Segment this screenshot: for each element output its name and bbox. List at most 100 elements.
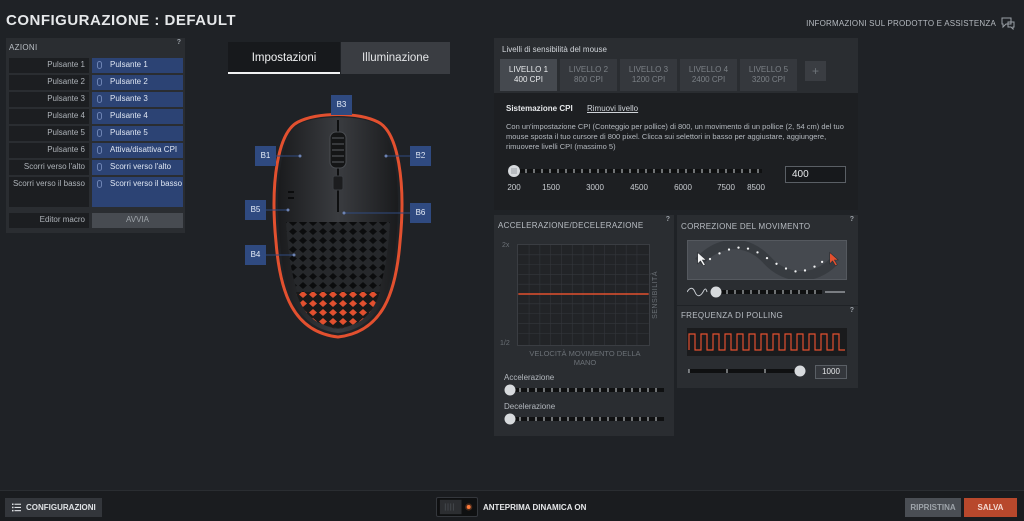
action-label: Scorri verso l'alto <box>9 160 89 175</box>
acceleration-label: Accelerazione <box>504 373 555 382</box>
action-value: Attiva/disattiva CPI <box>110 145 178 154</box>
macro-label: Editor macro <box>9 213 89 228</box>
action-label: Pulsante 5 <box>9 126 89 141</box>
action-label: Pulsante 4 <box>9 109 89 124</box>
cpi-level-tab-5[interactable]: LIVELLO 5 3200 CPI <box>740 59 797 91</box>
button-badge-b1[interactable]: B1 <box>255 146 276 166</box>
mouse-icon <box>97 146 102 154</box>
correction-title: CORREZIONE DEL MOVIMENTO <box>681 222 811 231</box>
cpi-tick: 8500 <box>747 183 765 192</box>
correction-slider-handle[interactable] <box>710 286 722 298</box>
cpi-level-tab-1[interactable]: LIVELLO 1 400 CPI <box>500 59 557 91</box>
correction-help-icon[interactable]: ? <box>850 216 854 223</box>
mouse-icon <box>97 61 102 69</box>
cpi-slider-handle[interactable] <box>508 165 520 177</box>
mouse-icon <box>97 163 102 171</box>
cpi-ticks: 200 1500 3000 4500 6000 7500 8500 <box>507 183 765 193</box>
level-name: LIVELLO 4 <box>688 65 729 74</box>
acceleration-help-icon[interactable]: ? <box>666 216 670 223</box>
actions-panel: AZIONI ? Pulsante 1 Pulsante 1 Pulsante … <box>6 38 185 233</box>
action-row: Pulsante 6 Attiva/disattiva CPI <box>9 143 183 158</box>
cpi-tick: 3000 <box>586 183 604 192</box>
action-label: Scorri verso il basso <box>9 177 89 207</box>
level-cpi: 400 CPI <box>514 75 543 84</box>
page-title: CONFIGURAZIONE : DEFAULT <box>6 12 237 29</box>
action-label: Pulsante 1 <box>9 58 89 73</box>
cpi-level-tab-3[interactable]: LIVELLO 3 1200 CPI <box>620 59 677 91</box>
button-badge-b5[interactable]: B5 <box>245 200 266 220</box>
product-info-link[interactable]: INFORMAZIONI SUL PRODOTTO E ASSISTENZA <box>806 19 996 28</box>
action-row: Pulsante 5 Pulsante 5 <box>9 126 183 141</box>
wave-icon <box>687 287 708 297</box>
macro-start-button[interactable]: AVVIA <box>92 213 183 228</box>
action-button[interactable]: Pulsante 2 <box>92 75 183 90</box>
dynamic-preview-toggle[interactable] <box>436 497 478 517</box>
macro-row: Editor macro AVVIA <box>9 213 183 228</box>
button-badge-b4[interactable]: B4 <box>245 245 266 265</box>
add-level-button[interactable]: + <box>805 61 826 81</box>
cpi-level-tab-2[interactable]: LIVELLO 2 800 CPI <box>560 59 617 91</box>
action-button[interactable]: Attiva/disattiva CPI <box>92 143 183 158</box>
button-badge-b6[interactable]: B6 <box>410 203 431 223</box>
configurations-button[interactable]: CONFIGURAZIONI <box>5 498 102 517</box>
action-value: Pulsante 4 <box>110 111 148 120</box>
cpi-slider[interactable] <box>506 163 766 183</box>
sensitivity-axis-label: SENSIBILITÀ <box>652 271 659 319</box>
action-value: Scorri verso il basso <box>110 179 183 188</box>
button-badge-b2[interactable]: B2 <box>410 146 431 166</box>
action-button[interactable]: Pulsante 1 <box>92 58 183 73</box>
polling-slider[interactable] <box>687 364 809 378</box>
mouse-icon <box>97 180 102 188</box>
action-row: Scorri verso l'alto Scorri verso l'alto <box>9 160 183 175</box>
polling-help-icon[interactable]: ? <box>850 307 854 314</box>
correction-preview <box>687 240 847 280</box>
cpi-title: Livelli di sensibilità del mouse <box>502 45 607 54</box>
polling-rate-panel: FREQUENZA DI POLLING ? 1000 <box>677 306 858 388</box>
action-button[interactable]: Scorri verso il basso <box>92 177 183 207</box>
acceleration-slider[interactable] <box>504 383 666 397</box>
action-value: Scorri verso l'alto <box>110 162 172 171</box>
acceleration-title: ACCELERAZIONE/DECELERAZIONE <box>498 221 644 230</box>
movement-correction-panel: CORREZIONE DEL MOVIMENTO ? <box>677 215 858 305</box>
action-button[interactable]: Pulsante 4 <box>92 109 183 124</box>
action-value: Pulsante 3 <box>110 94 148 103</box>
configurations-label: CONFIGURAZIONI <box>26 503 96 512</box>
action-row: Scorri verso il basso Scorri verso il ba… <box>9 177 183 207</box>
level-cpi: 3200 CPI <box>751 75 786 84</box>
action-row: Pulsante 3 Pulsante 3 <box>9 92 183 107</box>
action-button[interactable]: Pulsante 3 <box>92 92 183 107</box>
mouse-illustration: B1 B2 B3 B4 B5 B6 <box>238 92 438 362</box>
save-button[interactable]: SALVA <box>964 498 1017 517</box>
deceleration-slider-handle[interactable] <box>504 413 516 425</box>
remove-level-link[interactable]: Rimuovi livello <box>587 104 638 113</box>
cpi-panel: Livelli di sensibilità del mouse LIVELLO… <box>494 38 858 210</box>
actions-help-icon[interactable]: ? <box>177 39 181 46</box>
tab-settings[interactable]: Impostazioni <box>228 42 340 74</box>
acceleration-panel: ACCELERAZIONE/DECELERAZIONE ? 2x 1/2 SEN… <box>494 215 674 436</box>
level-name: LIVELLO 1 <box>508 65 549 74</box>
dynamic-preview-label: ANTEPRIMA DINAMICA ON <box>483 503 587 512</box>
polling-waveform <box>687 328 847 356</box>
level-cpi: 800 CPI <box>574 75 603 84</box>
cpi-value-input[interactable] <box>785 166 846 183</box>
deceleration-slider[interactable] <box>504 412 666 426</box>
correction-slider[interactable] <box>687 285 852 299</box>
graph-y-top: 2x <box>502 242 510 249</box>
acceleration-graph[interactable] <box>517 244 650 346</box>
polling-slider-handle[interactable] <box>794 365 806 377</box>
action-button[interactable]: Scorri verso l'alto <box>92 160 183 175</box>
support-icon[interactable] <box>1000 16 1016 30</box>
tab-lighting[interactable]: Illuminazione <box>341 42 450 74</box>
acceleration-slider-handle[interactable] <box>504 384 516 396</box>
action-row: Pulsante 4 Pulsante 4 <box>9 109 183 124</box>
action-button[interactable]: Pulsante 5 <box>92 126 183 141</box>
cpi-level-tab-4[interactable]: LIVELLO 4 2400 CPI <box>680 59 737 91</box>
polling-value[interactable]: 1000 <box>815 365 847 379</box>
button-badge-b3[interactable]: B3 <box>331 95 352 115</box>
cpi-tick: 4500 <box>630 183 648 192</box>
action-row: Pulsante 1 Pulsante 1 <box>9 58 183 73</box>
cpi-description: Con un'impostazione CPI (Conteggio per p… <box>506 122 844 151</box>
level-cpi: 2400 CPI <box>691 75 726 84</box>
action-label: Pulsante 6 <box>9 143 89 158</box>
reset-button[interactable]: RIPRISTINA <box>905 498 961 517</box>
